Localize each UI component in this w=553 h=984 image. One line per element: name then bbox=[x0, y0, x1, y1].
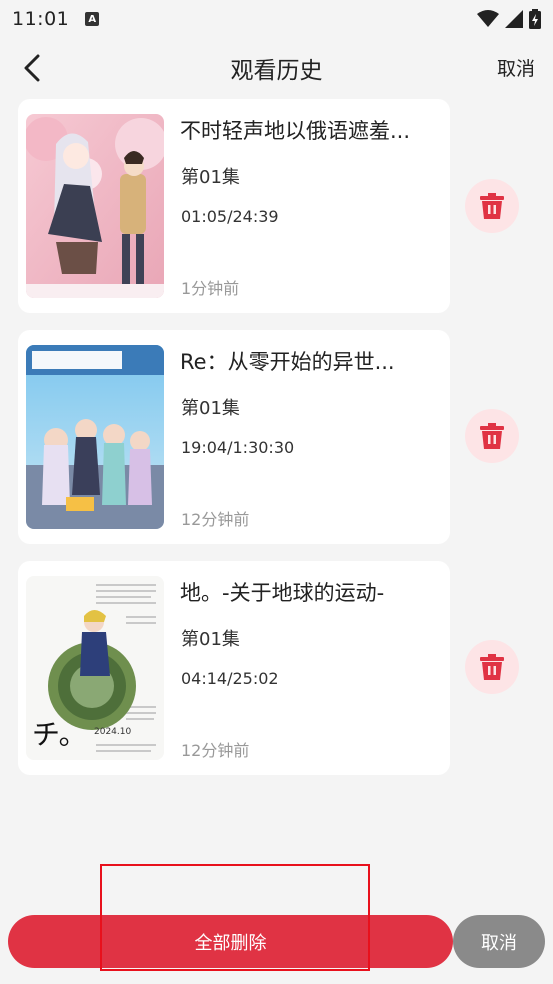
item-title: Re：从零开始的异世... bbox=[180, 350, 395, 374]
status-bar: 11:01 A bbox=[0, 0, 553, 38]
svg-text:チ。: チ。 bbox=[32, 718, 87, 751]
item-progress: 01:05/24:39 bbox=[181, 207, 279, 226]
item-watched-time: 12分钟前 bbox=[181, 510, 250, 529]
header-cancel-button[interactable]: 取消 bbox=[497, 54, 535, 81]
item-title: 地。-关于地球的运动- bbox=[180, 581, 385, 605]
chevron-left-icon bbox=[24, 54, 40, 82]
item-title: 不时轻声地以俄语遮羞... bbox=[180, 119, 411, 143]
trash-icon bbox=[480, 423, 504, 449]
item-watched-time: 1分钟前 bbox=[181, 279, 240, 298]
history-item[interactable]: チ。 2024.10 地。-关于地球的运动- 第01集 04:14/25:02 … bbox=[18, 561, 450, 775]
notification-icon: A bbox=[85, 12, 100, 26]
delete-button[interactable] bbox=[465, 179, 519, 233]
anime-poster bbox=[26, 345, 164, 529]
item-episode: 第01集 bbox=[181, 629, 240, 650]
wifi-icon bbox=[477, 10, 499, 27]
status-time: 11:01 bbox=[12, 8, 70, 30]
bottom-cancel-button[interactable]: 取消 bbox=[453, 915, 545, 968]
anime-poster bbox=[26, 114, 164, 298]
delete-button[interactable] bbox=[465, 640, 519, 694]
anime-poster: チ。 2024.10 bbox=[26, 576, 164, 760]
item-episode: 第01集 bbox=[181, 398, 240, 419]
delete-button[interactable] bbox=[465, 409, 519, 463]
item-watched-time: 12分钟前 bbox=[181, 741, 250, 760]
history-item[interactable]: 不时轻声地以俄语遮羞... 第01集 01:05/24:39 1分钟前 bbox=[18, 99, 450, 313]
back-button[interactable] bbox=[16, 52, 48, 84]
battery-icon bbox=[529, 9, 541, 29]
status-icons bbox=[477, 9, 541, 29]
item-episode: 第01集 bbox=[181, 167, 240, 188]
top-app-bar: 观看历史 取消 bbox=[0, 40, 553, 96]
item-progress: 04:14/25:02 bbox=[181, 669, 279, 688]
signal-icon bbox=[505, 10, 523, 28]
trash-icon bbox=[480, 193, 504, 219]
svg-text:2024.10: 2024.10 bbox=[94, 727, 131, 737]
delete-all-button[interactable]: 全部删除 bbox=[8, 915, 453, 968]
history-item[interactable]: Re：从零开始的异世... 第01集 19:04/1:30:30 12分钟前 bbox=[18, 330, 450, 544]
item-progress: 19:04/1:30:30 bbox=[181, 438, 295, 457]
trash-icon bbox=[480, 654, 504, 680]
page-title: 观看历史 bbox=[230, 58, 323, 84]
